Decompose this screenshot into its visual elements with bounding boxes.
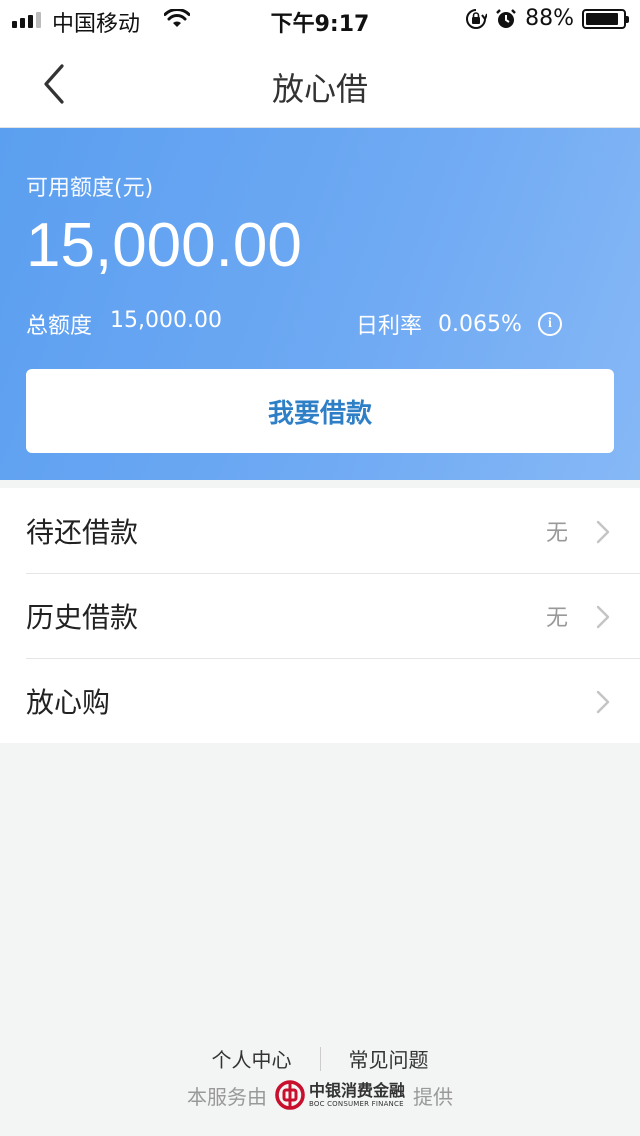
screen: 中国移动 下午9:17 88% 放心借 可用额度(元) 15,000.00 总额…	[0, 0, 640, 1136]
chevron-right-icon	[596, 605, 610, 629]
provider-prefix: 本服务由	[186, 1084, 267, 1109]
info-icon[interactable]: i	[537, 312, 562, 336]
chevron-right-icon	[596, 690, 610, 714]
list-item-value: 无	[545, 605, 568, 631]
available-credit-amount: 15,000.00	[26, 211, 302, 280]
battery-percent: 88%	[525, 6, 574, 31]
list-item-value: 无	[545, 520, 568, 546]
provider-suffix: 提供	[413, 1084, 453, 1109]
battery-fill	[586, 12, 618, 25]
credit-details-row: 总额度 15,000.00 日利率 0.065% i	[26, 308, 614, 340]
boc-logo-text: 中银消费金融 BOC CONSUMER FINANCE	[308, 1080, 405, 1108]
list-item-label: 放心购	[26, 685, 111, 719]
daily-rate: 日利率 0.065% i	[356, 308, 562, 340]
boc-logo-icon	[275, 1080, 305, 1110]
daily-rate-label: 日利率	[356, 314, 423, 339]
page-title: 放心借	[271, 70, 368, 108]
footer-links: 个人中心 常见问题	[0, 1044, 640, 1073]
personal-center-link[interactable]: 个人中心	[184, 1044, 320, 1073]
chevron-right-icon	[596, 520, 610, 544]
nav-bar: 放心借	[0, 40, 640, 128]
rotation-lock-icon	[466, 8, 488, 29]
list-item-label: 待还借款	[26, 515, 139, 549]
status-right: 88%	[465, 6, 629, 31]
faq-link[interactable]: 常见问题	[321, 1044, 457, 1073]
loan-menu-list: 待还借款 无 历史借款 无 放心购	[0, 488, 640, 743]
boc-name-en: BOC CONSUMER FINANCE	[308, 1099, 404, 1108]
daily-rate-value: 0.065%	[438, 311, 522, 337]
total-credit-label: 总额度	[26, 314, 93, 339]
boc-logo: 中银消费金融 BOC CONSUMER FINANCE	[275, 1080, 405, 1110]
list-item-loan-history[interactable]: 历史借款 无	[0, 573, 640, 658]
alarm-icon	[496, 8, 516, 28]
provider-credit: 本服务由 中银消费金融 BOC CONSUMER FINANCE 提供	[0, 1080, 640, 1110]
boc-name-cn: 中银消费金融	[308, 1080, 405, 1100]
list-item-label: 历史借款	[26, 600, 139, 634]
total-credit-value: 15,000.00	[110, 308, 222, 333]
battery-icon	[582, 8, 629, 29]
total-credit: 总额度 15,000.00	[26, 308, 222, 340]
status-bar: 中国移动 下午9:17 88%	[0, 0, 640, 40]
list-item-pending-repayment[interactable]: 待还借款 无	[0, 488, 640, 573]
available-credit-label: 可用额度(元)	[26, 176, 154, 201]
credit-summary-card: 可用额度(元) 15,000.00 总额度 15,000.00 日利率 0.06…	[0, 128, 640, 480]
borrow-button[interactable]: 我要借款	[26, 369, 614, 453]
list-item-shopping[interactable]: 放心购	[0, 658, 640, 743]
